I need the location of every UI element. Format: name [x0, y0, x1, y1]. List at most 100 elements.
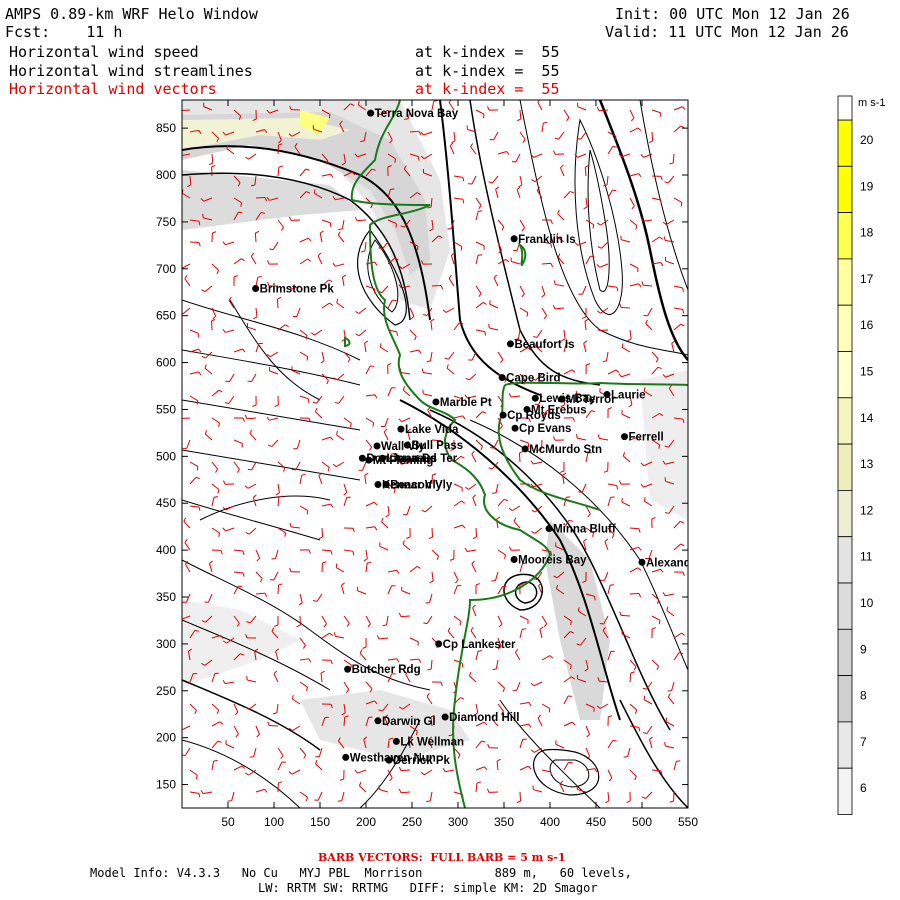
barb-shaft [211, 740, 219, 749]
barb-flag [530, 749, 535, 753]
barb-flag [462, 199, 465, 204]
barb-flag [198, 371, 202, 376]
barb-flag [216, 709, 220, 714]
barb-shaft [601, 241, 609, 249]
barb-flag [643, 695, 646, 700]
barb-flag [333, 632, 336, 637]
barb-flag [398, 612, 402, 617]
barb-flag [631, 205, 635, 210]
barb-shaft [276, 298, 279, 309]
barb-shaft [475, 782, 478, 793]
barb-shaft [533, 461, 543, 465]
barb-flag [317, 252, 322, 257]
barb-flag [596, 106, 600, 111]
barb-shaft [519, 285, 525, 295]
barb-shaft [643, 219, 653, 222]
barb-shaft [470, 146, 477, 155]
barb-flag [308, 658, 312, 663]
barb-flag [669, 162, 674, 165]
barb-flag [211, 164, 216, 168]
barb-flag [307, 258, 312, 262]
barb-flag [308, 549, 311, 554]
barb-flag [552, 150, 556, 155]
barb-flag [465, 486, 470, 490]
barb-flag [678, 652, 684, 654]
barb-flag [470, 143, 474, 148]
barb-flag [502, 687, 506, 693]
barb-flag [222, 679, 226, 684]
barb-shaft [365, 681, 373, 690]
x-tick-label: 300 [448, 815, 468, 829]
barb-shaft [629, 197, 635, 207]
barb-shaft [203, 791, 213, 795]
barb-shaft [272, 241, 279, 250]
barb-shaft [336, 373, 345, 381]
barb-shaft [519, 615, 529, 621]
barb-shaft [277, 483, 280, 493]
barb-shaft [629, 219, 638, 227]
barb-shaft [672, 153, 675, 164]
barb-shaft [607, 369, 617, 375]
barb-flag [212, 231, 217, 234]
barb-flag [296, 624, 301, 628]
barb-shaft [381, 241, 389, 250]
barb-shaft [471, 563, 477, 573]
place-dot [435, 640, 443, 648]
barb-shaft [599, 437, 609, 441]
barb-shaft [321, 351, 325, 361]
barb-shaft [252, 497, 257, 507]
barb-flag [328, 279, 333, 283]
barb-flag [619, 303, 622, 308]
barb-shaft [497, 549, 506, 556]
barb-shaft [386, 615, 389, 625]
barb-flag [360, 140, 365, 143]
barb-shaft [299, 475, 303, 485]
barb-shaft [343, 351, 351, 360]
barb-shaft [651, 236, 660, 243]
barb-shaft [475, 651, 479, 661]
barb-shaft [475, 285, 482, 294]
barb-flag [592, 224, 595, 229]
barb-flag [252, 404, 257, 407]
barb-shaft [211, 263, 219, 271]
barb-shaft [577, 106, 587, 111]
barb-shaft [495, 189, 499, 199]
barb-shaft [189, 505, 200, 508]
barb-flag [462, 415, 466, 420]
barb-flag [303, 754, 307, 759]
barb-flag [681, 106, 686, 110]
place-label: Darwin Gl [382, 716, 436, 728]
barb-shaft [560, 167, 565, 177]
barb-shaft [184, 278, 191, 287]
place-dot [397, 425, 405, 433]
barb-flag [682, 309, 685, 314]
barb-flag [640, 154, 645, 158]
barb-flag [267, 721, 270, 726]
barb-shaft [651, 351, 659, 359]
barb-shaft [343, 681, 350, 690]
barb-shaft [299, 505, 309, 511]
colorbar-segment [837, 258, 853, 306]
barb-flag [462, 177, 465, 182]
barb-flag [284, 532, 287, 537]
barb-shaft [292, 698, 301, 705]
colorbar-legend: m s-1 20 19 18 17 16 15 14 13 12 11 10 9 8 7 6 [837, 95, 886, 815]
barb-flag [583, 206, 588, 210]
barb-flag [330, 436, 334, 441]
barb-shaft [534, 527, 543, 534]
barb-shaft [470, 630, 477, 639]
barb-shaft [453, 500, 462, 507]
barb-shaft [357, 769, 367, 774]
barb-flag [234, 711, 239, 716]
barb-flag [648, 140, 653, 144]
barb-flag [492, 668, 497, 671]
barb-shaft [629, 672, 632, 683]
place-dot [358, 454, 366, 462]
barb-flag [213, 496, 219, 498]
barb-shaft [409, 329, 417, 337]
barb-shaft [607, 740, 614, 749]
place-dot [342, 753, 350, 761]
barb-shaft [246, 417, 257, 420]
barb-flag [602, 360, 607, 363]
barb-shaft [269, 370, 279, 375]
